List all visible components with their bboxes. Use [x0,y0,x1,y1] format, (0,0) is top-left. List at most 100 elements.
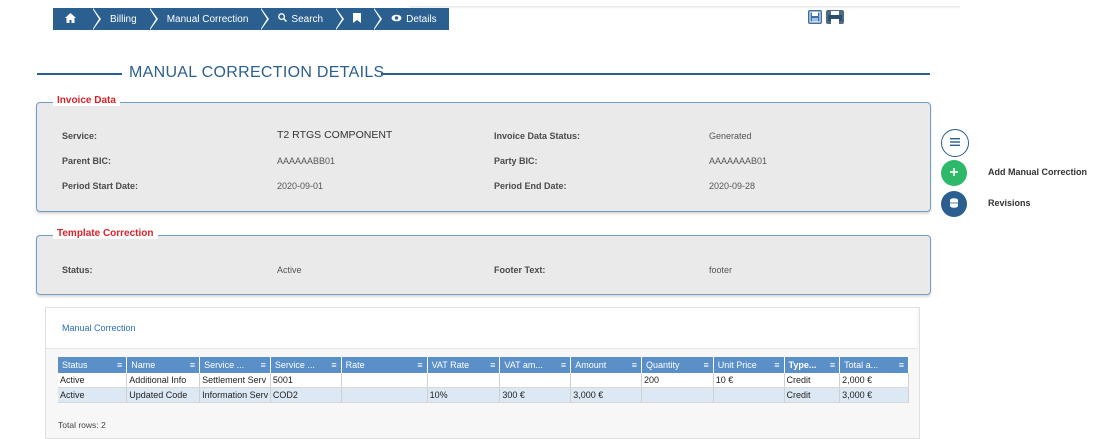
plus-icon [950,167,958,179]
table-cell: Updated Code [126,387,201,403]
footer-text-label: Footer Text: [494,265,546,275]
column-header-label: Type... [788,360,817,370]
column-menu-icon[interactable]: ≡ [331,360,336,370]
manual-correction-tab-bar: Manual Correction [46,308,917,349]
template-status-value: Active [277,265,302,275]
breadcrumb-manual-correction[interactable]: Manual Correction [148,8,270,30]
parent-bic-value: AAAAAABB01 [277,156,336,166]
table-cell: Credit [784,387,841,403]
table-cell: 3,000 € [570,387,642,403]
breadcrumb-search[interactable]: Search [260,8,344,30]
column-menu-icon[interactable]: ≡ [417,360,422,370]
column-menu-icon[interactable]: ≡ [117,360,122,370]
service-value: T2 RTGS COMPONENT [277,129,393,141]
add-manual-correction-label[interactable]: Add Manual Correction [988,167,1087,177]
table-cell [570,373,642,388]
column-menu-icon[interactable]: ≡ [704,360,709,370]
column-header[interactable]: Unit Price ≡ [713,357,785,373]
title-rule-right [381,73,930,75]
total-rows: Total rows: 2 [58,420,106,430]
breadcrumb-details-label: Details [406,13,437,25]
table-cell: Settlement Serv [199,373,271,388]
search-icon [278,13,288,25]
title-rule-left [37,73,122,75]
breadcrumb-search-label: Search [291,13,324,25]
column-header[interactable]: VAT am... ≡ [499,357,572,373]
revisions-button[interactable] [941,191,967,217]
table-cell: Additional Info [126,373,201,388]
column-menu-icon[interactable]: ≡ [490,360,495,370]
column-header-label: Unit Price [717,360,757,370]
table-cell: 10 € [713,373,785,388]
invoice-status-label: Invoice Data Status: [494,131,581,141]
column-header[interactable]: Service ... ≡ [270,357,342,373]
column-header-label: Rate [345,360,365,370]
column-header[interactable]: Status ≡ [58,357,128,373]
table-header-row: Status ≡ Name ≡ Service ... ≡ Service ... ≡ … [58,357,909,373]
invoice-status-value: Generated [709,131,752,141]
column-header[interactable]: Service ... ≡ [199,357,271,373]
eye-icon [391,14,402,25]
home-icon [65,12,76,26]
column-header[interactable]: Rate ≡ [341,357,428,373]
service-label: Service: [62,131,98,141]
column-menu-icon[interactable]: ≡ [632,360,637,370]
print-icon[interactable] [826,10,844,24]
column-header[interactable]: Total a... ≡ [839,357,909,373]
top-bar-shadow [410,6,960,9]
page-title: MANUAL CORRECTION DETAILS [129,64,385,81]
revisions-label[interactable]: Revisions [988,198,1031,208]
table-cell [341,387,428,403]
table-cell: 2,000 € [839,373,909,388]
column-header-label: Status [62,360,88,370]
template-correction-panel: Template Correction Status: Active Foote… [36,228,931,295]
column-header-label: Service ... [204,360,245,370]
invoice-data-panel: Invoice Data Service: T2 RTGS COMPONENT … [36,95,931,212]
bookmark-icon [353,12,362,26]
breadcrumb-details[interactable]: Details [373,8,449,30]
table-row[interactable]: Active Additional Info Settlement Serv 5… [58,373,909,388]
manual-correction-list: Manual Correction Status ≡ Name ≡ Service … [45,307,920,439]
table-cell: 300 € [499,387,572,403]
column-header-label: Name [131,360,156,370]
column-header-label: Service ... [274,360,315,370]
template-correction-legend: Template Correction [53,228,158,239]
table-cell: Credit [784,373,841,388]
period-start-label: Period Start Date: [62,181,139,191]
column-header-label: Total a... [844,360,879,370]
table-cell [641,387,714,403]
table-cell: Information Serv [199,387,271,403]
column-header[interactable]: Name ≡ [126,357,201,373]
column-header[interactable]: VAT Rate ≡ [427,357,501,373]
table-cell: Active [58,373,128,388]
column-menu-icon[interactable]: ≡ [561,360,566,370]
save-icon[interactable] [808,10,822,24]
invoice-data-legend: Invoice Data [53,95,120,106]
column-menu-icon[interactable]: ≡ [830,360,835,370]
add-manual-correction-button[interactable] [941,160,967,186]
template-status-label: Status: [62,265,93,275]
column-header[interactable]: Amount ≡ [570,357,642,373]
breadcrumb-home[interactable] [53,8,101,30]
table-cell: 3,000 € [839,387,909,403]
tab-manual-correction[interactable]: Manual Correction [62,323,136,333]
period-end-value: 2020-09-28 [709,181,756,191]
party-bic-value: AAAAAAAB01 [709,156,768,166]
table-cell: 5001 [270,373,342,388]
table-row[interactable]: Active Updated Code Information Serv COD… [58,387,909,403]
column-menu-icon[interactable]: ≡ [899,360,904,370]
column-menu-icon[interactable]: ≡ [261,360,266,370]
breadcrumb-manual-correction-label: Manual Correction [166,13,249,25]
column-menu-icon[interactable]: ≡ [774,360,779,370]
table-cell: COD2 [270,387,342,403]
column-header[interactable]: Type... ≡ [784,357,841,373]
manual-correction-table: Status ≡ Name ≡ Service ... ≡ Service ... ≡ … [58,357,909,403]
footer-text-value: footer [709,265,733,275]
column-header-label: Amount [575,360,607,370]
menu-button[interactable] [941,129,969,157]
column-menu-icon[interactable]: ≡ [190,360,195,370]
period-start-value: 2020-09-01 [277,181,324,191]
column-header-label: VAT am... [504,360,543,370]
column-header[interactable]: Quantity ≡ [641,357,714,373]
list-icon [950,137,960,149]
